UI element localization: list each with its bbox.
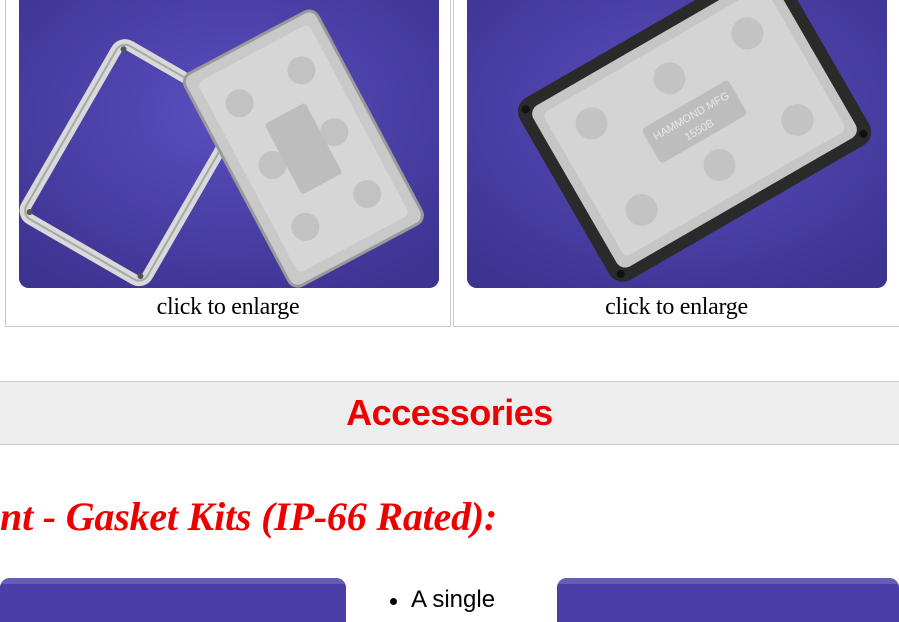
photo-cell-gasket-and-lid: click to enlarge	[5, 0, 451, 327]
bullet-icon	[390, 598, 397, 605]
section-title: Accessories	[346, 392, 553, 433]
list-item: A single	[387, 585, 495, 615]
assembled-lid-photo[interactable]: HAMMOND MFG 1550B	[467, 0, 887, 288]
gasket-kit-photo-right[interactable]	[557, 578, 899, 622]
gasket-kit-photo-left[interactable]	[0, 578, 346, 622]
accessories-section-band: Accessories	[0, 381, 899, 445]
page: click to enlarge HAMMOND MFG 1550B click…	[0, 0, 899, 622]
photo-cell-assembled-lid: HAMMOND MFG 1550B click to enlarge	[453, 0, 899, 327]
photo-caption-left[interactable]: click to enlarge	[6, 293, 450, 321]
gasket-and-lid-photo[interactable]	[19, 0, 439, 288]
product-photo-table: click to enlarge HAMMOND MFG 1550B click…	[5, 0, 899, 329]
photo-caption-right[interactable]: click to enlarge	[454, 293, 899, 321]
gasket-kit-feature-list: A single	[387, 585, 495, 615]
feature-text: A single	[411, 586, 496, 613]
gasket-kits-heading: ement - Gasket Kits (IP-66 Rated):	[0, 494, 498, 539]
